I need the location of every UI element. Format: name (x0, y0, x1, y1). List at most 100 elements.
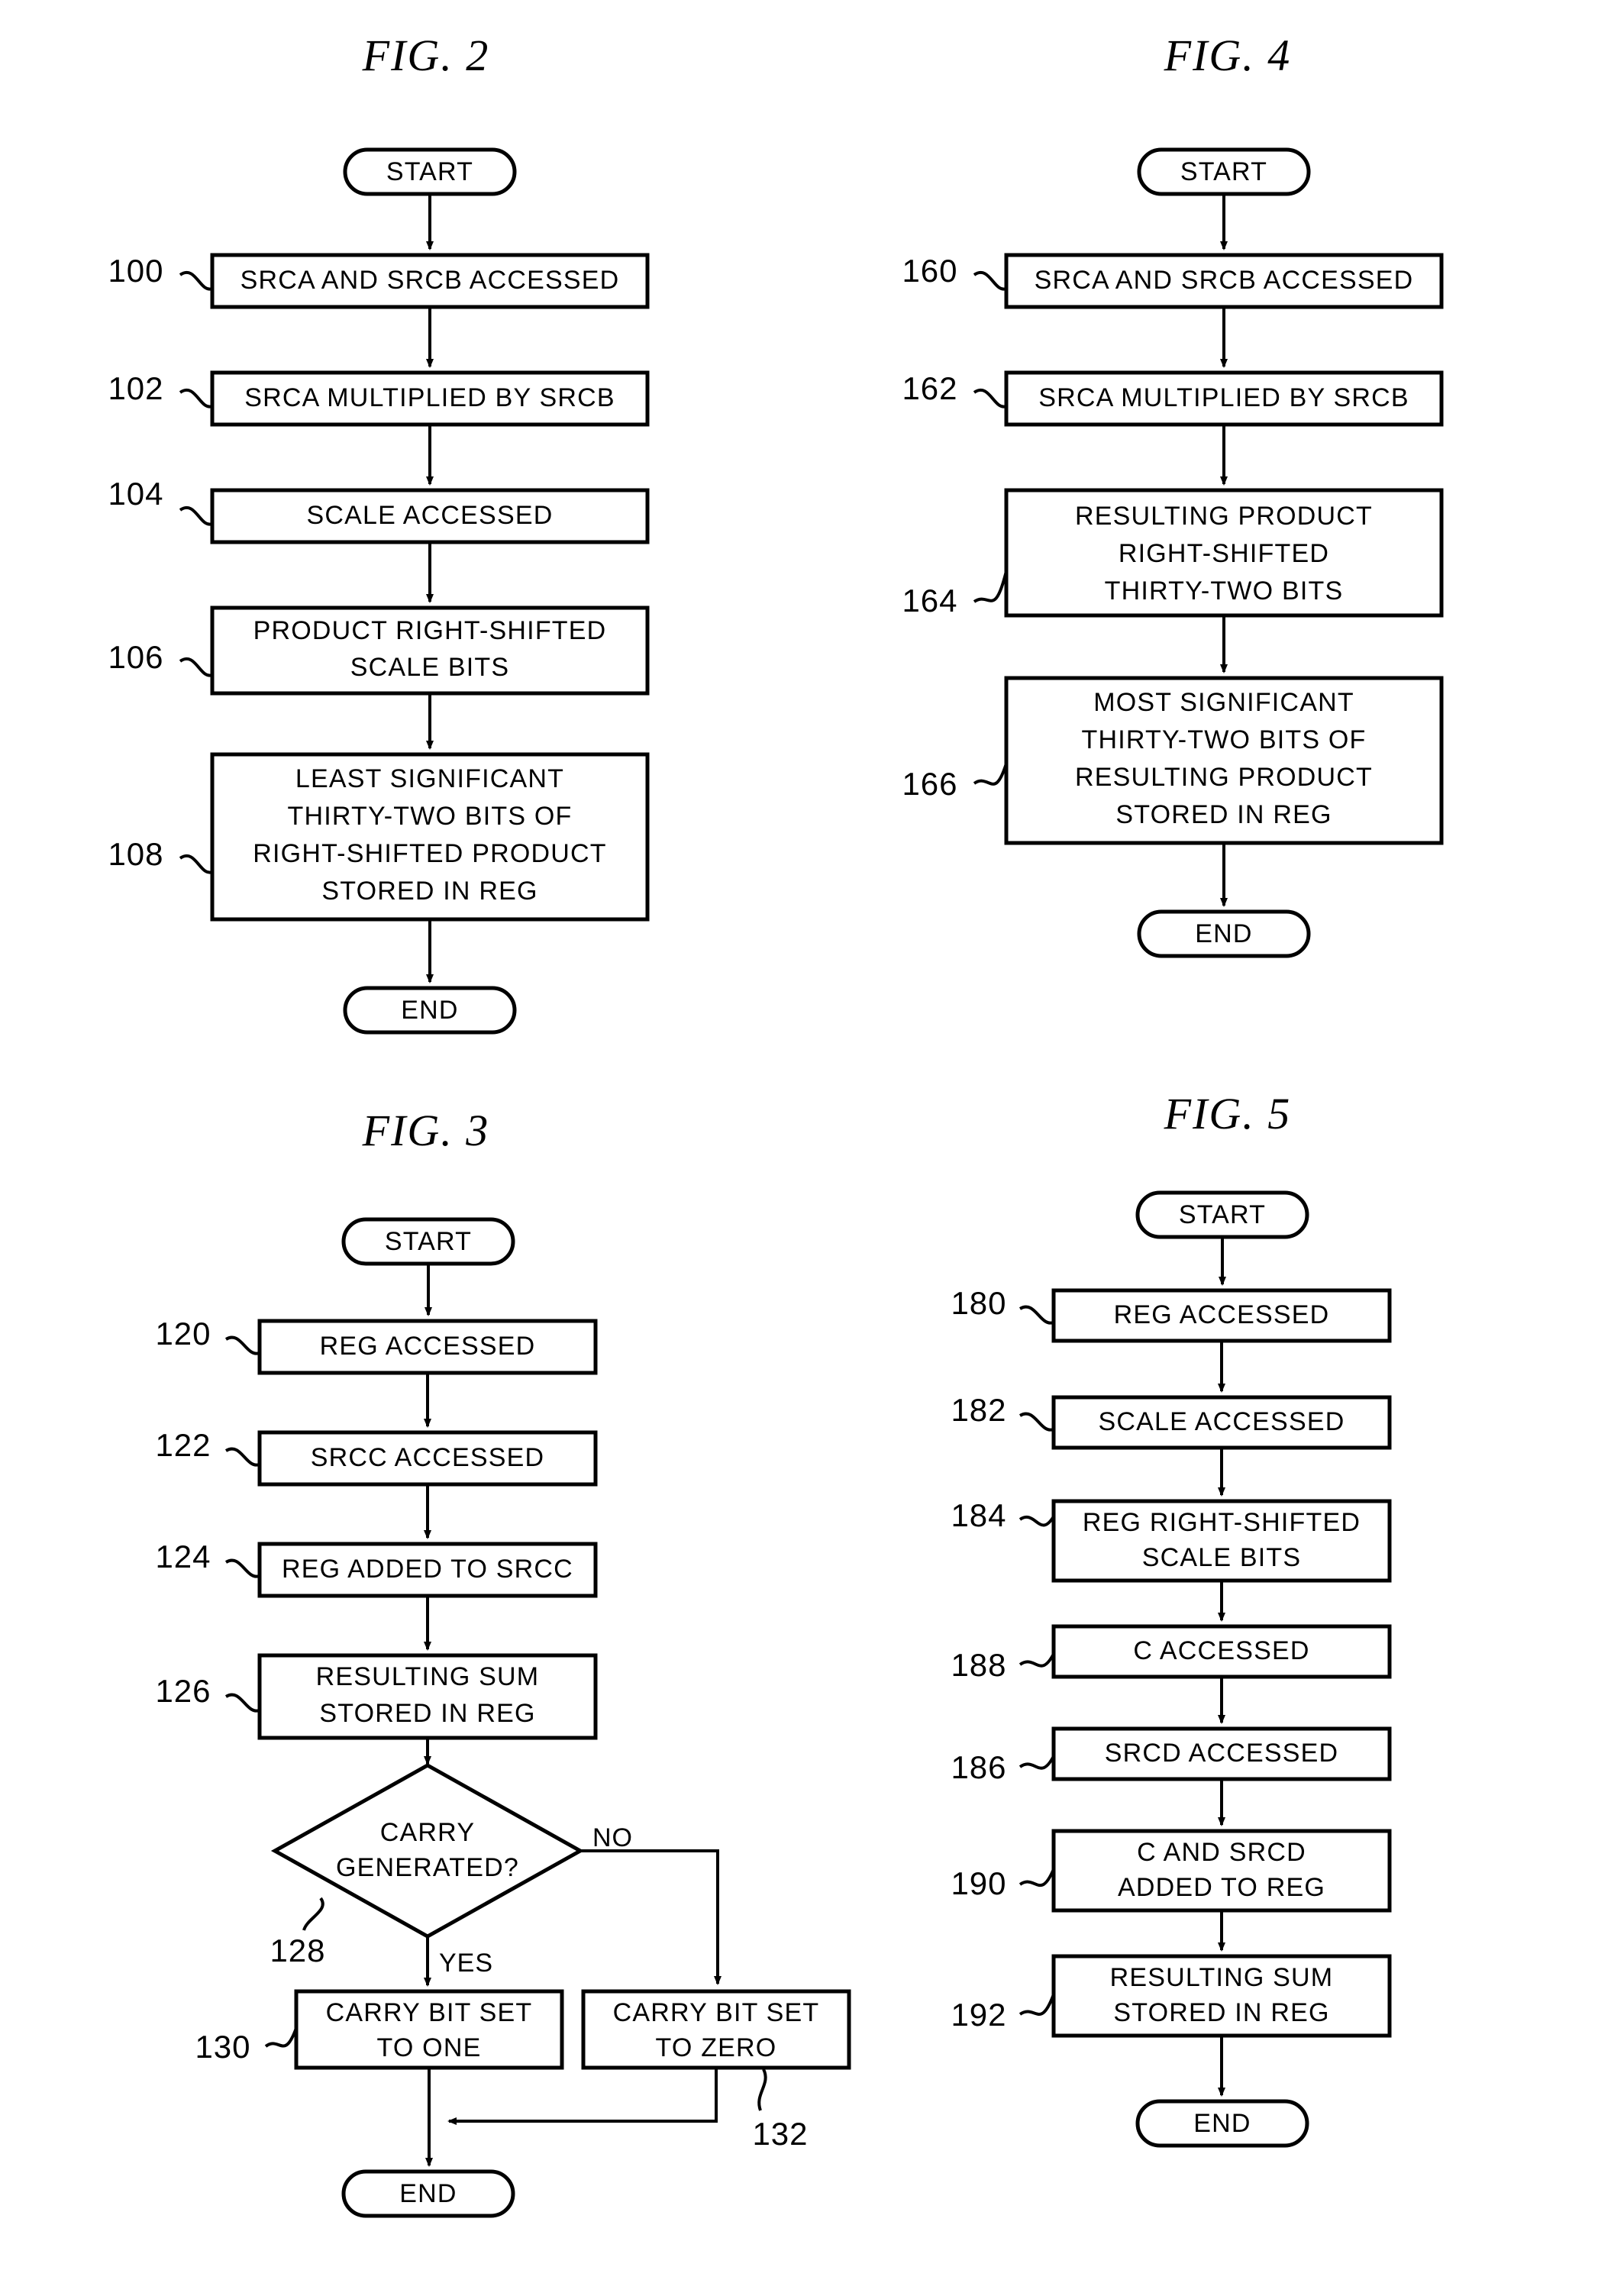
ref-leader (179, 506, 213, 526)
figure-fig5: FIG. 5 START REG ACCESSED 180 SCALE ACCE… (951, 1089, 1392, 2148)
node-f2-104: SCALE ACCESSED (210, 488, 650, 544)
node-f2-end: END (343, 986, 517, 1035)
terminator-label: START (386, 157, 473, 186)
figure-title-fig3: FIG. 3 (362, 1106, 490, 1155)
node-f5-190: C AND SRCD ADDED TO REG (1051, 1829, 1392, 1913)
patent-drawing-sheet: FIG. 2 START SRCA AND SRCB ACCESSED 100 … (0, 0, 1598, 2296)
ref-leader (1019, 1305, 1054, 1325)
process-label-line2: STORED IN REG (1113, 1998, 1329, 2027)
node-f3-132: CARRY BIT SET TO ZERO (581, 1989, 851, 2070)
process-label: REG ACCESSED (1114, 1300, 1330, 1329)
process-label: C ACCESSED (1133, 1636, 1309, 1665)
node-f5-180: REG ACCESSED (1051, 1288, 1392, 1343)
terminator-label: END (1195, 919, 1252, 948)
ref-number-106: 106 (108, 639, 163, 675)
node-f2-100: SRCA AND SRCB ACCESSED (210, 253, 650, 309)
node-f3-start: START (341, 1217, 515, 1266)
ref-leader (302, 1897, 324, 1931)
ref-number-162: 162 (902, 370, 957, 406)
ref-number-184: 184 (951, 1497, 1006, 1533)
process-label-line1: RESULTING PRODUCT (1075, 502, 1373, 531)
decision-label-line2: GENERATED? (336, 1853, 519, 1882)
ref-leader (264, 2027, 298, 2048)
ref-number-122: 122 (155, 1427, 211, 1463)
branch-label-yes: YES (439, 1949, 493, 1978)
node-f3-122: SRCC ACCESSED (257, 1430, 598, 1487)
node-f3-120: REG ACCESSED (257, 1319, 598, 1375)
node-f2-108: LEAST SIGNIFICANT THIRTY-TWO BITS OF RIG… (210, 752, 650, 922)
ref-leader (224, 1335, 260, 1355)
figure-title-fig5: FIG. 5 (1164, 1089, 1292, 1138)
process-label-line1: CARRY BIT SET (326, 1998, 533, 2027)
terminator-label: END (1193, 2109, 1251, 2138)
process-label: SCALE ACCESSED (1099, 1407, 1345, 1436)
process-label-line1: PRODUCT RIGHT-SHIFTED (253, 616, 607, 645)
flowchart-canvas: FIG. 2 START SRCA AND SRCB ACCESSED 100 … (108, 31, 1444, 2218)
ref-number-108: 108 (108, 836, 163, 872)
process-label: SCALE ACCESSED (307, 501, 554, 530)
node-f3-124: REG ADDED TO SRCC (257, 1542, 598, 1598)
terminator-label: END (401, 996, 458, 1025)
terminator-label: START (1180, 157, 1267, 186)
process-label-line1: LEAST SIGNIFICANT (295, 764, 564, 793)
node-f5-192: RESULTING SUM STORED IN REG (1051, 1954, 1392, 2038)
process-label-line2: SCALE BITS (1142, 1543, 1302, 1572)
ref-number-124: 124 (155, 1539, 211, 1574)
figure-title-fig4: FIG. 4 (1164, 31, 1292, 80)
ref-leader (1019, 1653, 1055, 1668)
process-label-line2: STORED IN REG (319, 1699, 535, 1728)
ref-leader (224, 1447, 260, 1467)
decision-label-line1: CARRY (380, 1818, 475, 1847)
node-f5-182: SCALE ACCESSED (1051, 1395, 1392, 1450)
node-f4-166: MOST SIGNIFICANT THIRTY-TWO BITS OF RESU… (1004, 676, 1444, 845)
branch-label-no: NO (592, 1823, 633, 1852)
figure-title-fig2: FIG. 2 (362, 31, 490, 80)
process-label-line4: STORED IN REG (1115, 800, 1332, 829)
process-label: SRCA AND SRCB ACCESSED (241, 266, 620, 295)
figure-fig4: FIG. 4 START SRCA AND SRCB ACCESSED 160 … (902, 31, 1444, 958)
ref-number-126: 126 (155, 1673, 211, 1709)
node-f4-160: SRCA AND SRCB ACCESSED (1004, 253, 1444, 309)
ref-leader (179, 657, 213, 677)
ref-number-186: 186 (951, 1749, 1006, 1785)
process-label-line1: C AND SRCD (1137, 1838, 1306, 1867)
process-label: SRCA MULTIPLIED BY SRCB (1038, 383, 1409, 412)
ref-number-182: 182 (951, 1392, 1006, 1428)
connector-no (580, 1849, 722, 1985)
node-f5-start: START (1135, 1190, 1309, 1239)
ref-leader (973, 570, 1008, 603)
node-f5-186: SRCD ACCESSED (1051, 1726, 1392, 1781)
ref-leader (1019, 1412, 1054, 1432)
process-label-line3: RIGHT-SHIFTED PRODUCT (253, 839, 606, 868)
terminator-label: END (399, 2179, 457, 2208)
process-label: REG ACCESSED (320, 1332, 536, 1361)
ref-number-104: 104 (108, 476, 163, 512)
process-label-line4: STORED IN REG (321, 877, 538, 906)
process-label: REG ADDED TO SRCC (282, 1555, 573, 1584)
ref-leader (1019, 1868, 1055, 1887)
terminator-label: START (385, 1227, 472, 1256)
ref-number-188: 188 (951, 1647, 1006, 1683)
node-f4-162: SRCA MULTIPLIED BY SRCB (1004, 370, 1444, 427)
node-f3-126: RESULTING SUM STORED IN REG (257, 1653, 598, 1740)
ref-leader (179, 271, 213, 291)
process-label-line2: ADDED TO REG (1118, 1873, 1325, 1902)
ref-number-132: 132 (752, 2116, 808, 2152)
ref-number-102: 102 (108, 370, 163, 406)
ref-number-160: 160 (902, 253, 957, 289)
process-label: SRCA AND SRCB ACCESSED (1035, 266, 1414, 295)
ref-number-192: 192 (951, 1997, 1006, 2033)
ref-number-128: 128 (270, 1933, 325, 1968)
terminator-label: START (1179, 1200, 1266, 1229)
process-label-line1: MOST SIGNIFICANT (1093, 688, 1354, 717)
ref-leader (1019, 1755, 1055, 1770)
process-label-line2: THIRTY-TWO BITS OF (1082, 725, 1367, 754)
figure-fig3: FIG. 3 START REG ACCESSED 120 SRCC ACCES… (155, 1106, 851, 2218)
node-f4-164: RESULTING PRODUCT RIGHT-SHIFTED THIRTY-T… (1004, 488, 1444, 618)
ref-leader (1019, 1994, 1055, 2016)
process-label-line3: RESULTING PRODUCT (1075, 763, 1373, 792)
process-label-line2: TO ZERO (656, 2033, 777, 2062)
node-f5-188: C ACCESSED (1051, 1624, 1392, 1679)
connector-merge (447, 2068, 718, 2125)
figure-fig2: FIG. 2 START SRCA AND SRCB ACCESSED 100 … (108, 31, 650, 1035)
